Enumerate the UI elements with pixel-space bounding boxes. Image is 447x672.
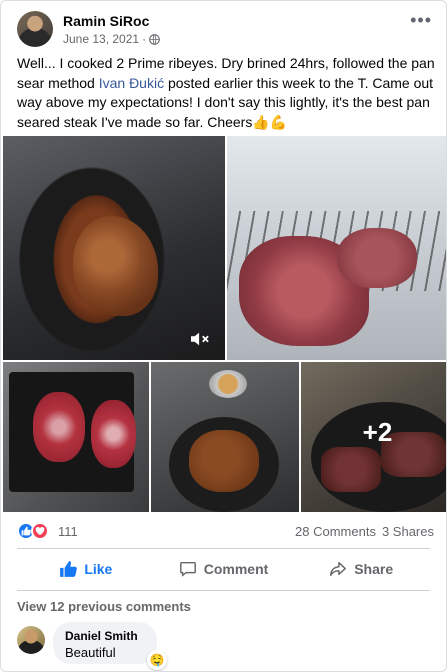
reaction-icons[interactable] [17,522,49,540]
share-icon [330,561,347,577]
photo-grid: +2 [1,134,446,514]
shares-count[interactable]: 3 Shares [382,524,434,539]
thumbs-up-icon [60,561,78,577]
volume-muted-icon[interactable] [189,330,211,348]
more-photos-overlay[interactable]: +2 [301,362,446,512]
author-avatar[interactable] [17,11,53,47]
comments-count[interactable]: 28 Comments [295,524,376,539]
raw-ribeye [33,392,85,462]
like-label: Like [84,561,113,577]
photo-basting-steak[interactable] [151,362,299,512]
comment: Daniel Smith Beautiful 🤤 [17,622,430,670]
share-button[interactable]: Share [292,554,430,584]
post-header: Ramin SiRoc June 13, 2021 · ••• [17,11,436,51]
reactions-summary: 111 28 Comments 3 Shares [17,520,434,542]
photo-steak-in-pan[interactable] [3,136,225,360]
comment-reaction-emoji: 🤤 [149,653,165,667]
meta-separator: · [142,32,147,46]
share-label: Share [354,561,394,577]
comment-bubble: Daniel Smith Beautiful [53,622,157,664]
photo-sliced-steak[interactable]: +2 [301,362,446,512]
comment-icon [179,561,196,577]
raw-ribeye [91,400,136,468]
photo-steaks-in-fridge[interactable] [227,136,446,360]
action-bar: Like Comment Share [17,554,430,584]
author-name[interactable]: Ramin SiRoc [63,13,149,29]
mention-link[interactable]: Ivan Đukić [99,75,164,91]
post-date[interactable]: June 13, 2021 [63,32,139,46]
commenter-avatar[interactable] [17,626,45,654]
commenter-name[interactable]: Daniel Smith [65,628,145,644]
divider [17,590,430,591]
post-text: Well... I cooked 2 Prime ribeyes. Dry br… [17,54,437,132]
engagement-counts: 28 Comments 3 Shares [295,524,434,539]
post-meta: June 13, 2021 · [63,32,160,46]
post-card: Ramin SiRoc June 13, 2021 · ••• Well... … [0,0,447,672]
basting-spoon [209,370,247,398]
comment-reaction-icon[interactable]: 🤤 [147,650,167,670]
comment-label: Comment [203,561,269,577]
photo-raw-ribeyes-board[interactable] [3,362,149,512]
emoji: 👍💪 [252,113,288,130]
more-options-icon[interactable]: ••• [410,11,432,29]
view-previous-comments-link[interactable]: View 12 previous comments [17,599,191,614]
seared-steak [189,430,259,492]
globe-icon [149,33,160,45]
reaction-count[interactable]: 111 [58,524,78,539]
like-button[interactable]: Like [17,554,155,584]
divider [17,548,430,549]
comment-text: Beautiful [65,645,116,660]
raw-steak [337,228,417,288]
comment-button[interactable]: Comment [155,554,293,584]
love-reaction-icon [31,522,49,540]
more-photos-count: +2 [362,416,393,447]
